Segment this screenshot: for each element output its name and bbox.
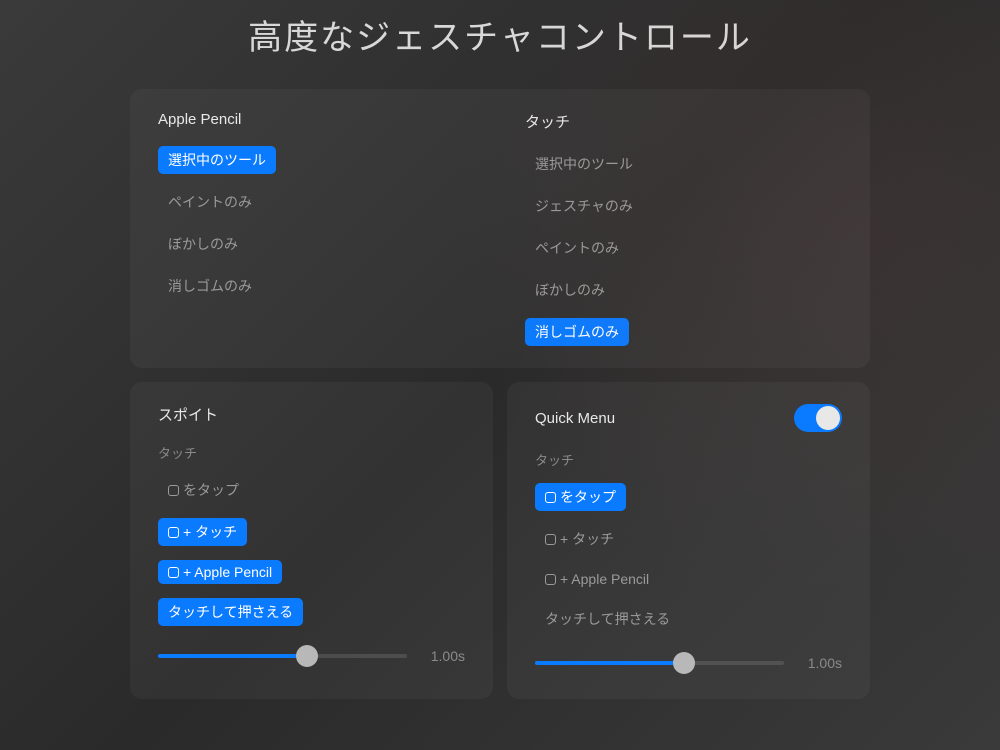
quickmenu-toggle[interactable] <box>794 404 842 432</box>
eyedropper-sublabel: タッチ <box>158 443 465 462</box>
square-icon <box>545 492 556 503</box>
option-label: をタップ <box>560 487 616 507</box>
option-label: + Apple Pencil <box>183 564 272 580</box>
eyedropper-slider-thumb[interactable] <box>296 645 318 667</box>
quickmenu-slider-value: 1.00s <box>800 655 842 671</box>
square-icon <box>545 534 556 545</box>
quickmenu-slider-row: 1.00s <box>535 655 842 671</box>
square-icon <box>168 567 179 578</box>
square-icon <box>545 574 556 585</box>
option-label: ぼかしのみ <box>168 234 238 254</box>
option-label: ペイントのみ <box>168 192 252 212</box>
option-item[interactable]: タッチして押さえる <box>158 598 303 626</box>
apple-pencil-heading: Apple Pencil <box>158 111 475 128</box>
option-label: 消しゴムのみ <box>168 276 252 296</box>
page-title: 高度なジェスチャコントロール <box>0 0 1000 59</box>
option-item[interactable]: + Apple Pencil <box>535 567 659 591</box>
option-item[interactable]: 選択中のツール <box>158 146 276 174</box>
quickmenu-heading: Quick Menu <box>535 410 615 427</box>
option-item[interactable]: をタップ <box>535 483 626 511</box>
touch-options: 選択中のツールジェスチャのみペイントのみぼかしのみ消しゴムのみ <box>525 150 842 346</box>
option-label: + タッチ <box>560 529 614 549</box>
apple-pencil-options: 選択中のツールペイントのみぼかしのみ消しゴムのみ <box>158 146 475 300</box>
option-label: ぼかしのみ <box>535 280 605 300</box>
quickmenu-options: をタップ + タッチ + Apple Pencil タッチして押さえる <box>535 483 842 633</box>
touch-heading: タッチ <box>525 111 842 132</box>
option-item[interactable]: ジェスチャのみ <box>525 192 643 220</box>
option-item[interactable]: + Apple Pencil <box>158 560 282 584</box>
option-item[interactable]: + タッチ <box>535 525 624 553</box>
option-item[interactable]: ペイントのみ <box>158 188 262 216</box>
quickmenu-sublabel: タッチ <box>535 450 842 469</box>
square-icon <box>168 527 179 538</box>
quickmenu-slider-thumb[interactable] <box>673 652 695 674</box>
eyedropper-options: をタップ + タッチ + Apple Pencil タッチして押さえる <box>158 476 465 626</box>
option-label: タッチして押さえる <box>545 609 670 629</box>
eyedropper-slider[interactable] <box>158 654 407 658</box>
quickmenu-slider[interactable] <box>535 661 784 665</box>
option-item[interactable]: をタップ <box>158 476 249 504</box>
option-label: 選択中のツール <box>535 154 633 174</box>
option-item[interactable]: タッチして押さえる <box>535 605 680 633</box>
option-label: をタップ <box>183 480 239 500</box>
option-label: + タッチ <box>183 522 237 542</box>
option-item[interactable]: + タッチ <box>158 518 247 546</box>
option-item[interactable]: ぼかしのみ <box>525 276 615 304</box>
touch-column: タッチ 選択中のツールジェスチャのみペイントのみぼかしのみ消しゴムのみ <box>525 111 842 346</box>
option-item[interactable]: 消しゴムのみ <box>158 272 262 300</box>
option-label: 消しゴムのみ <box>535 322 619 342</box>
option-label: + Apple Pencil <box>560 571 649 587</box>
eyedropper-slider-row: 1.00s <box>158 648 465 664</box>
option-item[interactable]: 選択中のツール <box>525 150 643 178</box>
eyedropper-slider-value: 1.00s <box>423 648 465 664</box>
square-icon <box>168 485 179 496</box>
option-item[interactable]: 消しゴムのみ <box>525 318 629 346</box>
apple-pencil-column: Apple Pencil 選択中のツールペイントのみぼかしのみ消しゴムのみ <box>158 111 475 346</box>
option-label: 選択中のツール <box>168 150 266 170</box>
option-item[interactable]: ぼかしのみ <box>158 230 248 258</box>
option-label: タッチして押さえる <box>168 602 293 622</box>
eyedropper-heading: スポイト <box>158 404 218 425</box>
eyedropper-panel: スポイト タッチ をタップ + タッチ + Apple Pencil タッチして押… <box>130 382 493 699</box>
option-item[interactable]: ペイントのみ <box>525 234 629 262</box>
tool-mode-panel: Apple Pencil 選択中のツールペイントのみぼかしのみ消しゴムのみ タッ… <box>130 89 870 368</box>
quickmenu-panel: Quick Menu タッチ をタップ + タッチ + Apple Pencil… <box>507 382 870 699</box>
option-label: ジェスチャのみ <box>535 196 633 216</box>
option-label: ペイントのみ <box>535 238 619 258</box>
